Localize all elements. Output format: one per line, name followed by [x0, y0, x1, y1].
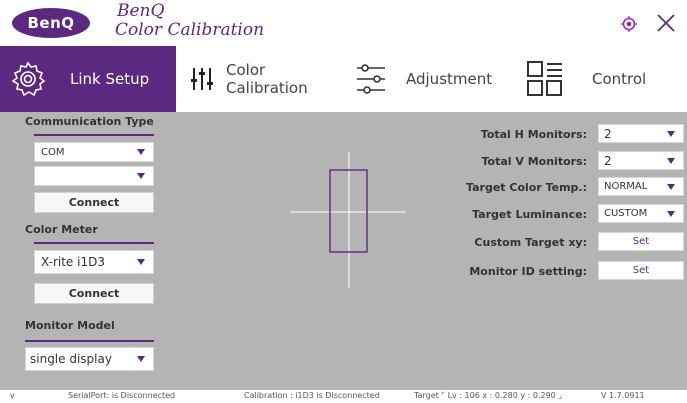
chevron-down-icon — [137, 149, 145, 155]
tab-label: Control — [592, 70, 647, 88]
app-title-name: Color Calibration — [115, 20, 265, 40]
color-meter-value: X-rite i1D3 — [41, 255, 105, 269]
target-status: Target ⌜ Lv : 106 x : 0.280 y : 0.290 ⌟ — [414, 391, 563, 400]
tab-bar: Link Setup Color Calibration Adjustment — [0, 46, 687, 112]
chevron-down-icon — [137, 173, 145, 179]
logo-text: BenQ — [27, 14, 75, 32]
chevron-down-icon — [667, 210, 675, 217]
monitor-model-value: single display — [30, 352, 112, 366]
adjustment-icon — [357, 64, 385, 94]
target-luminance-select[interactable]: CUSTOM — [598, 204, 684, 223]
left-panel: Communication Type COM Connect Color Met… — [0, 112, 170, 390]
total-h-label: Total H Monitors: — [480, 128, 587, 141]
gear-icon — [11, 61, 46, 97]
chevron-down-icon — [667, 130, 675, 137]
connect-serial-button[interactable]: Connect — [34, 192, 154, 213]
color-meter-select[interactable]: X-rite i1D3 — [34, 250, 154, 274]
grid-control-icon — [527, 61, 562, 96]
total-v-label: Total V Monitors: — [481, 155, 587, 168]
target-color-temp-value: NORMAL — [604, 181, 648, 192]
monitor-id-label: Monitor ID setting: — [469, 265, 587, 278]
monitor-model-title: Monitor Model — [25, 319, 115, 332]
target-luminance-value: CUSTOM — [604, 208, 648, 219]
app-title: BenQ Color Calibration — [115, 2, 264, 40]
serial-port-status: SerialPort: is Disconnected — [68, 391, 176, 400]
chevron-down-icon — [137, 356, 145, 362]
app-title-brand: BenQ — [117, 1, 165, 21]
communication-type-title: Communication Type — [25, 115, 154, 128]
section-underline — [34, 134, 154, 136]
port-number-select[interactable] — [34, 166, 154, 186]
version-label: V 1.7.0911 — [601, 391, 645, 400]
tab-color-calibration[interactable]: Color Calibration — [176, 46, 347, 112]
total-h-value: 2 — [604, 126, 612, 141]
section-underline — [34, 242, 154, 244]
status-corner-glyph: v — [10, 391, 15, 400]
total-v-value: 2 — [604, 153, 612, 168]
chevron-down-icon — [667, 157, 675, 164]
com-port-select[interactable]: COM — [34, 142, 154, 162]
target-luminance-label: Target Luminance: — [472, 208, 587, 221]
target-color-temp-select[interactable]: NORMAL — [598, 177, 684, 196]
right-panel: Total H Monitors: 2 Total V Monitors: 2 … — [440, 112, 687, 390]
tab-adjustment[interactable]: Adjustment — [347, 46, 517, 112]
section-underline — [25, 340, 154, 342]
status-bar: v SerialPort: is Disconnected Calibratio… — [0, 390, 687, 403]
main-panel: Communication Type COM Connect Color Met… — [0, 112, 687, 390]
com-port-value: COM — [41, 146, 65, 158]
monitor-crosshair-preview — [290, 152, 406, 288]
tab-label: Color Calibration — [226, 61, 308, 97]
color-meter-title: Color Meter — [25, 223, 98, 236]
connect-meter-button[interactable]: Connect — [34, 283, 154, 304]
target-color-temp-label: Target Color Temp.: — [466, 181, 587, 194]
total-h-select[interactable]: 2 — [598, 124, 684, 143]
close-icon[interactable] — [655, 12, 677, 34]
total-v-select[interactable]: 2 — [598, 151, 684, 170]
custom-target-xy-label: Custom Target xy: — [474, 236, 587, 249]
calibration-status: Calibration : i1D3 is Disconnected — [244, 391, 380, 400]
sliders-icon — [191, 68, 213, 90]
tab-control[interactable]: Control — [517, 46, 687, 112]
monitor-layout-preview — [170, 112, 440, 390]
tab-link-setup[interactable]: Link Setup — [0, 46, 176, 112]
monitor-id-set-button[interactable]: Set — [598, 261, 684, 280]
tab-label: Adjustment — [406, 70, 493, 88]
title-bar: BenQ BenQ Color Calibration — [0, 0, 687, 44]
benq-logo: BenQ — [12, 8, 90, 38]
chevron-down-icon — [667, 183, 675, 190]
chevron-down-icon — [137, 259, 145, 265]
custom-target-xy-set-button[interactable]: Set — [598, 232, 684, 251]
monitor-model-select[interactable]: single display — [25, 347, 154, 371]
tab-label: Link Setup — [70, 70, 150, 88]
crosshair-icon[interactable] — [621, 16, 637, 32]
